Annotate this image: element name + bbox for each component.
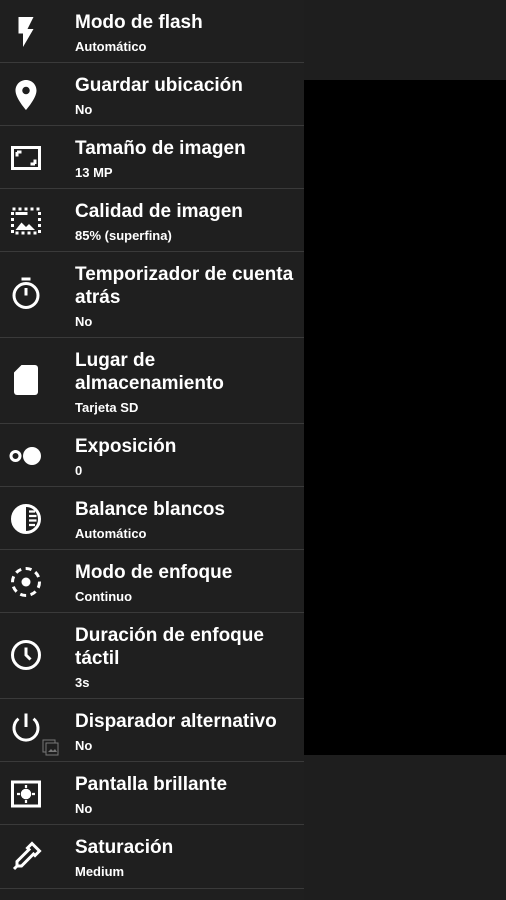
flash-icon	[8, 14, 44, 50]
image-quality-icon	[8, 203, 44, 239]
setting-value: No	[75, 314, 93, 329]
setting-value: Automático	[75, 39, 147, 54]
power-icon	[8, 709, 44, 745]
setting-value: 13 MP	[75, 165, 113, 180]
setting-title: Tamaño de imagen	[75, 138, 246, 159]
setting-save-location[interactable]: Guardar ubicación No	[0, 63, 304, 126]
setting-value: 0	[75, 463, 83, 478]
exposure-icon	[8, 438, 44, 474]
setting-value: No	[75, 738, 93, 753]
setting-title: Modo de flash	[75, 12, 203, 33]
setting-title: Modo de enfoque	[75, 562, 233, 583]
setting-value: Continuo	[75, 589, 133, 604]
setting-title: Lugar de almacenamiento	[75, 350, 224, 394]
setting-title: Balance blancos	[75, 499, 225, 520]
camera-settings-menu: Modo de flash Automático Guardar ubicaci…	[0, 0, 304, 900]
sd-card-icon	[8, 362, 44, 398]
setting-exposure[interactable]: Exposición 0	[0, 424, 304, 487]
eyedropper-icon	[8, 839, 44, 875]
setting-title: Calidad de imagen	[75, 201, 243, 222]
setting-title: Saturación	[75, 837, 174, 858]
setting-image-size[interactable]: Tamaño de imagen 13 MP	[0, 126, 304, 189]
setting-value: No	[75, 801, 93, 816]
setting-value: 3s	[75, 675, 90, 690]
setting-title: Guardar ubicación	[75, 75, 243, 96]
setting-value: Automático	[75, 526, 147, 541]
clock-icon	[8, 637, 44, 673]
setting-value: 85% (superfina)	[75, 228, 172, 243]
bright-screen-icon	[8, 776, 44, 812]
setting-touch-focus-duration[interactable]: Duración de enfoque táctil 3s	[0, 613, 304, 699]
focus-mode-icon	[8, 564, 44, 600]
setting-value: Tarjeta SD	[75, 400, 139, 415]
setting-storage-location[interactable]: Lugar de almacenamiento Tarjeta SD	[0, 338, 304, 424]
photo-stack-icon	[42, 739, 60, 757]
setting-image-quality[interactable]: Calidad de imagen 85% (superfina)	[0, 189, 304, 252]
setting-countdown-timer[interactable]: Temporizador de cuenta atrás No	[0, 252, 304, 338]
setting-value: No	[75, 102, 93, 117]
setting-title: Disparador alternativo	[75, 711, 277, 732]
image-size-icon	[8, 140, 44, 176]
setting-title: Pantalla brillante	[75, 774, 228, 795]
setting-saturation[interactable]: Saturación Medium	[0, 825, 304, 889]
setting-white-balance[interactable]: Balance blancos Automático	[0, 487, 304, 550]
white-balance-icon	[8, 501, 44, 537]
setting-value: Medium	[75, 864, 125, 879]
location-pin-icon	[8, 77, 44, 113]
setting-flash-mode[interactable]: Modo de flash Automático	[0, 0, 304, 63]
setting-title: Temporizador de cuenta atrás	[75, 264, 294, 308]
setting-bright-screen[interactable]: Pantalla brillante No	[0, 762, 304, 825]
setting-title: Duración de enfoque táctil	[75, 625, 264, 669]
setting-focus-mode[interactable]: Modo de enfoque Continuo	[0, 550, 304, 613]
camera-viewfinder[interactable]	[304, 80, 506, 755]
timer-icon	[8, 276, 44, 312]
setting-title: Exposición	[75, 436, 177, 457]
